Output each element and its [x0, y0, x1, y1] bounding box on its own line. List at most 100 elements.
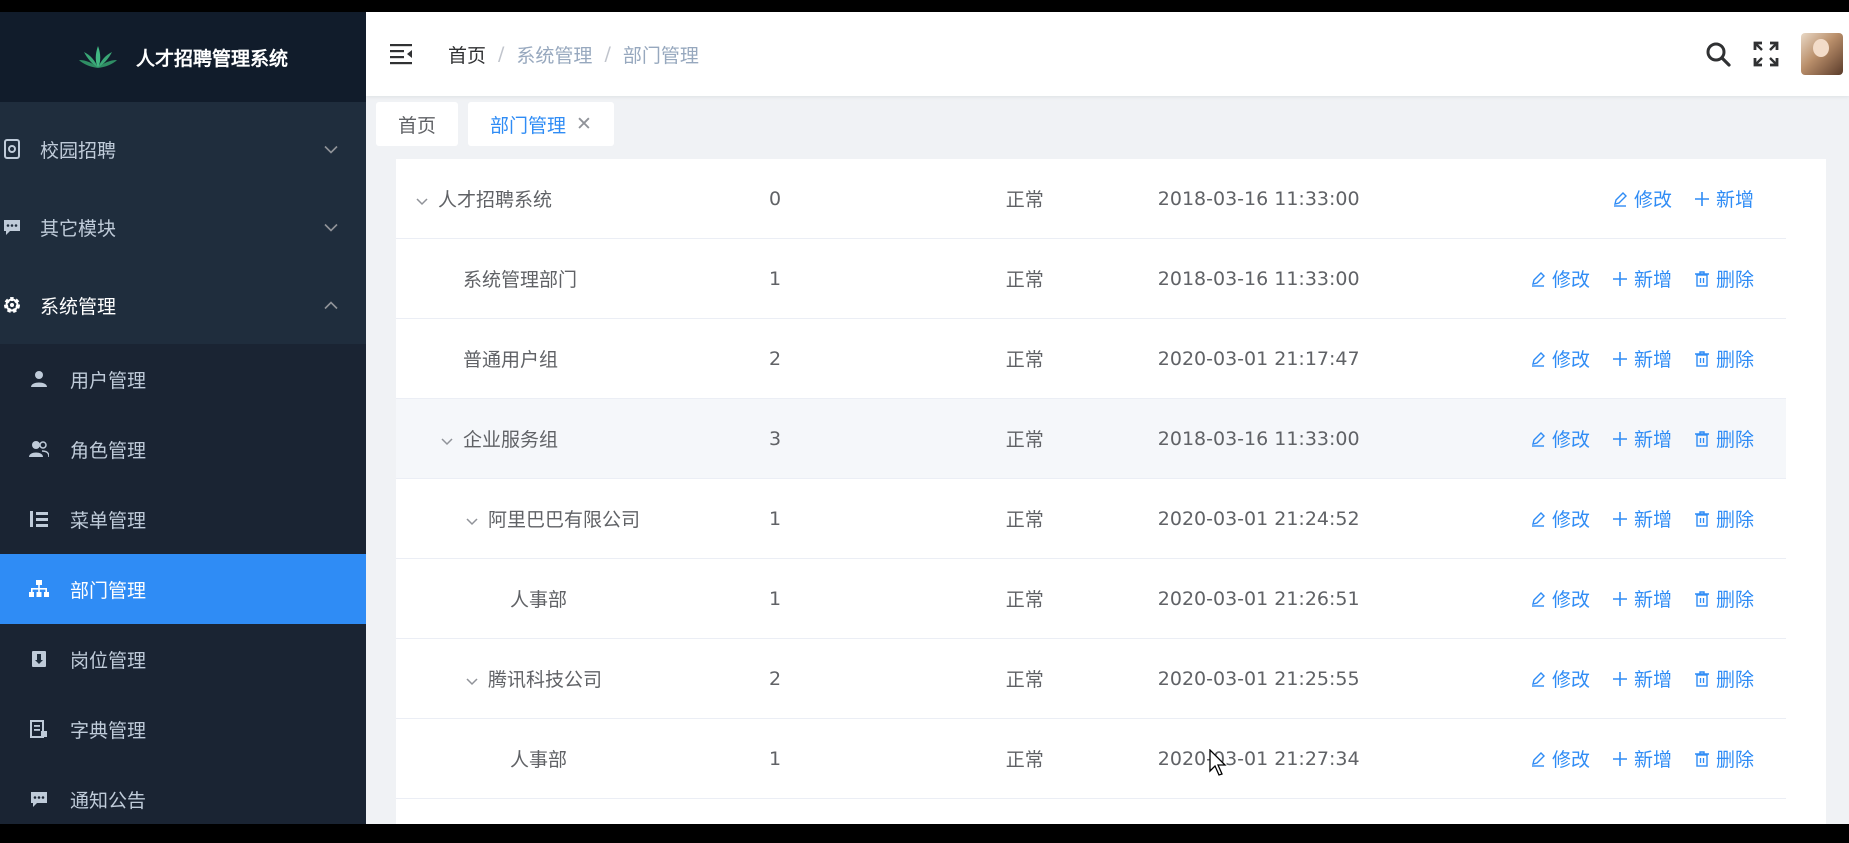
delete-button[interactable]: 删除 [1694, 505, 1754, 532]
tags-view: 首页 部门管理 ✕ [366, 96, 1849, 152]
add-button[interactable]: 新增 [1612, 345, 1672, 372]
edit-icon [1613, 191, 1627, 207]
edit-label: 修改 [1551, 429, 1590, 451]
sidebar-item-label: 通知公告 [70, 789, 147, 812]
add-label: 新增 [1715, 189, 1754, 211]
add-label: 新增 [1633, 669, 1672, 691]
sidebar-item-departments[interactable]: 部门管理 [0, 554, 366, 624]
add-button[interactable]: 新增 [1612, 745, 1672, 772]
logo[interactable]: 人才招聘管理系统 [0, 12, 366, 102]
dept-name-cell: 人事部 [396, 558, 770, 639]
table-row: 企业服务组 3 正常 2018-03-16 11:33:00 修改 新增 删除 [396, 398, 1786, 479]
dept-name-cell: 人才招聘系统 [396, 159, 770, 239]
sidebar-item-roles[interactable]: 角色管理 [0, 414, 366, 484]
tab-departments[interactable]: 部门管理 ✕ [468, 102, 614, 146]
order-num: 1 [769, 267, 782, 290]
add-button[interactable]: 新增 [1612, 585, 1672, 612]
create-time: 2020-03-01 21:17:47 [1157, 347, 1360, 370]
table-row: 系统管理部门 1 正常 2018-03-16 11:33:00 修改 新增 删除 [396, 238, 1786, 319]
sidebar-item-menus[interactable]: 菜单管理 [0, 484, 366, 554]
expand-caret-icon[interactable] [466, 671, 488, 690]
edit-button[interactable]: 修改 [1530, 265, 1590, 292]
expand-caret-icon[interactable] [441, 431, 463, 450]
org-tree-icon [26, 580, 52, 598]
edit-icon [1531, 591, 1545, 607]
user-icon [26, 370, 52, 388]
expand-caret-icon[interactable] [466, 511, 488, 530]
order-num: 3 [769, 427, 782, 450]
close-icon[interactable]: ✕ [576, 113, 592, 135]
delete-label: 删除 [1715, 509, 1754, 531]
sidebar-item-users[interactable]: 用户管理 [0, 344, 366, 414]
edit-button[interactable]: 修改 [1530, 745, 1590, 772]
peoples-icon [26, 440, 52, 458]
dept-name: 人才招聘系统 [438, 189, 553, 211]
dept-name: 普通用户组 [463, 349, 559, 371]
create-time-cell: 2020-03-01 21:24:52 [1157, 478, 1508, 559]
delete-button[interactable]: 删除 [1694, 665, 1754, 692]
table-row: 人才招聘系统 0 正常 2018-03-16 11:33:00 修改 新增 [396, 159, 1786, 239]
avatar[interactable] [1801, 33, 1843, 75]
edit-button[interactable]: 修改 [1612, 185, 1672, 212]
status-text: 正常 [1005, 669, 1044, 691]
edit-button[interactable]: 修改 [1530, 665, 1590, 692]
add-label: 新增 [1633, 589, 1672, 611]
table-row: 腾讯科技公司 2 正常 2020-03-01 21:25:55 修改 新增 删除 [396, 638, 1786, 719]
delete-icon [1694, 670, 1709, 687]
menu-campus-recruit[interactable]: 校园招聘 [0, 110, 366, 188]
message-icon [26, 790, 52, 808]
delete-button[interactable]: 删除 [1694, 745, 1754, 772]
order-cell: 1 [769, 558, 1006, 639]
dept-name: 企业服务组 [463, 429, 559, 451]
tab-home[interactable]: 首页 [376, 102, 459, 146]
ops-cell: 修改 新增 删除 [1507, 318, 1786, 399]
edit-button[interactable]: 修改 [1530, 425, 1590, 452]
breadcrumb: 首页 / 系统管理 / 部门管理 [448, 41, 699, 68]
add-button[interactable]: 新增 [1612, 505, 1672, 532]
order-num: 1 [769, 507, 782, 530]
ops-cell: 修改 新增 删除 [1507, 398, 1786, 479]
document-icon [0, 139, 26, 159]
edit-button[interactable]: 修改 [1530, 505, 1590, 532]
add-button[interactable]: 新增 [1694, 185, 1754, 212]
menu-other-modules[interactable]: 其它模块 [0, 188, 366, 266]
sidebar-item-dict[interactable]: 字典管理 [0, 694, 366, 764]
add-button[interactable]: 新增 [1612, 265, 1672, 292]
sidebar-item-label: 岗位管理 [70, 649, 147, 672]
sidebar-item-posts[interactable]: 岗位管理 [0, 624, 366, 694]
expand-caret-icon[interactable] [416, 191, 438, 210]
plus-icon [1612, 511, 1627, 526]
sidebar-item-label: 菜单管理 [70, 509, 147, 532]
order-cell: 2 [769, 318, 1006, 399]
create-time-cell: 2018-03-16 11:33:00 [1157, 159, 1508, 239]
edit-icon [1531, 271, 1545, 287]
main-area: 首页 / 系统管理 / 部门管理 首页 部门管理 ✕ 人才招聘系统 0 正常 2018… [366, 12, 1849, 824]
add-button[interactable]: 新增 [1612, 425, 1672, 452]
delete-icon [1694, 510, 1709, 527]
edit-button[interactable]: 修改 [1530, 345, 1590, 372]
add-button[interactable]: 新增 [1612, 665, 1672, 692]
hamburger-icon[interactable] [390, 43, 414, 65]
delete-label: 删除 [1715, 589, 1754, 611]
dept-name-cell: 人事部 [396, 718, 770, 799]
delete-button[interactable]: 删除 [1694, 345, 1754, 372]
order-cell: 1 [769, 478, 1006, 559]
delete-button[interactable]: 删除 [1694, 425, 1754, 452]
fullscreen-icon[interactable] [1753, 41, 1779, 67]
sidebar-item-label: 部门管理 [70, 579, 147, 602]
search-icon[interactable] [1705, 41, 1731, 67]
delete-button[interactable]: 删除 [1694, 265, 1754, 292]
delete-button[interactable]: 删除 [1694, 585, 1754, 612]
menu-system-management[interactable]: 系统管理 [0, 266, 366, 344]
system-submenu: 用户管理 角色管理 菜单管理 部门管理 岗位管理 字典管理 通知公告 [0, 344, 366, 824]
sidebar-item-notices[interactable]: 通知公告 [0, 764, 366, 824]
breadcrumb-home[interactable]: 首页 [448, 41, 486, 68]
order-cell: 1 [769, 238, 1006, 319]
status-cell: 正常 [1005, 638, 1158, 719]
dept-name-cell: 腾讯科技公司 [396, 638, 770, 719]
add-label: 新增 [1633, 429, 1672, 451]
edit-button[interactable]: 修改 [1530, 585, 1590, 612]
status-cell: 正常 [1005, 398, 1158, 479]
dept-name: 系统管理部门 [463, 269, 578, 291]
navbar-right [1705, 12, 1845, 96]
